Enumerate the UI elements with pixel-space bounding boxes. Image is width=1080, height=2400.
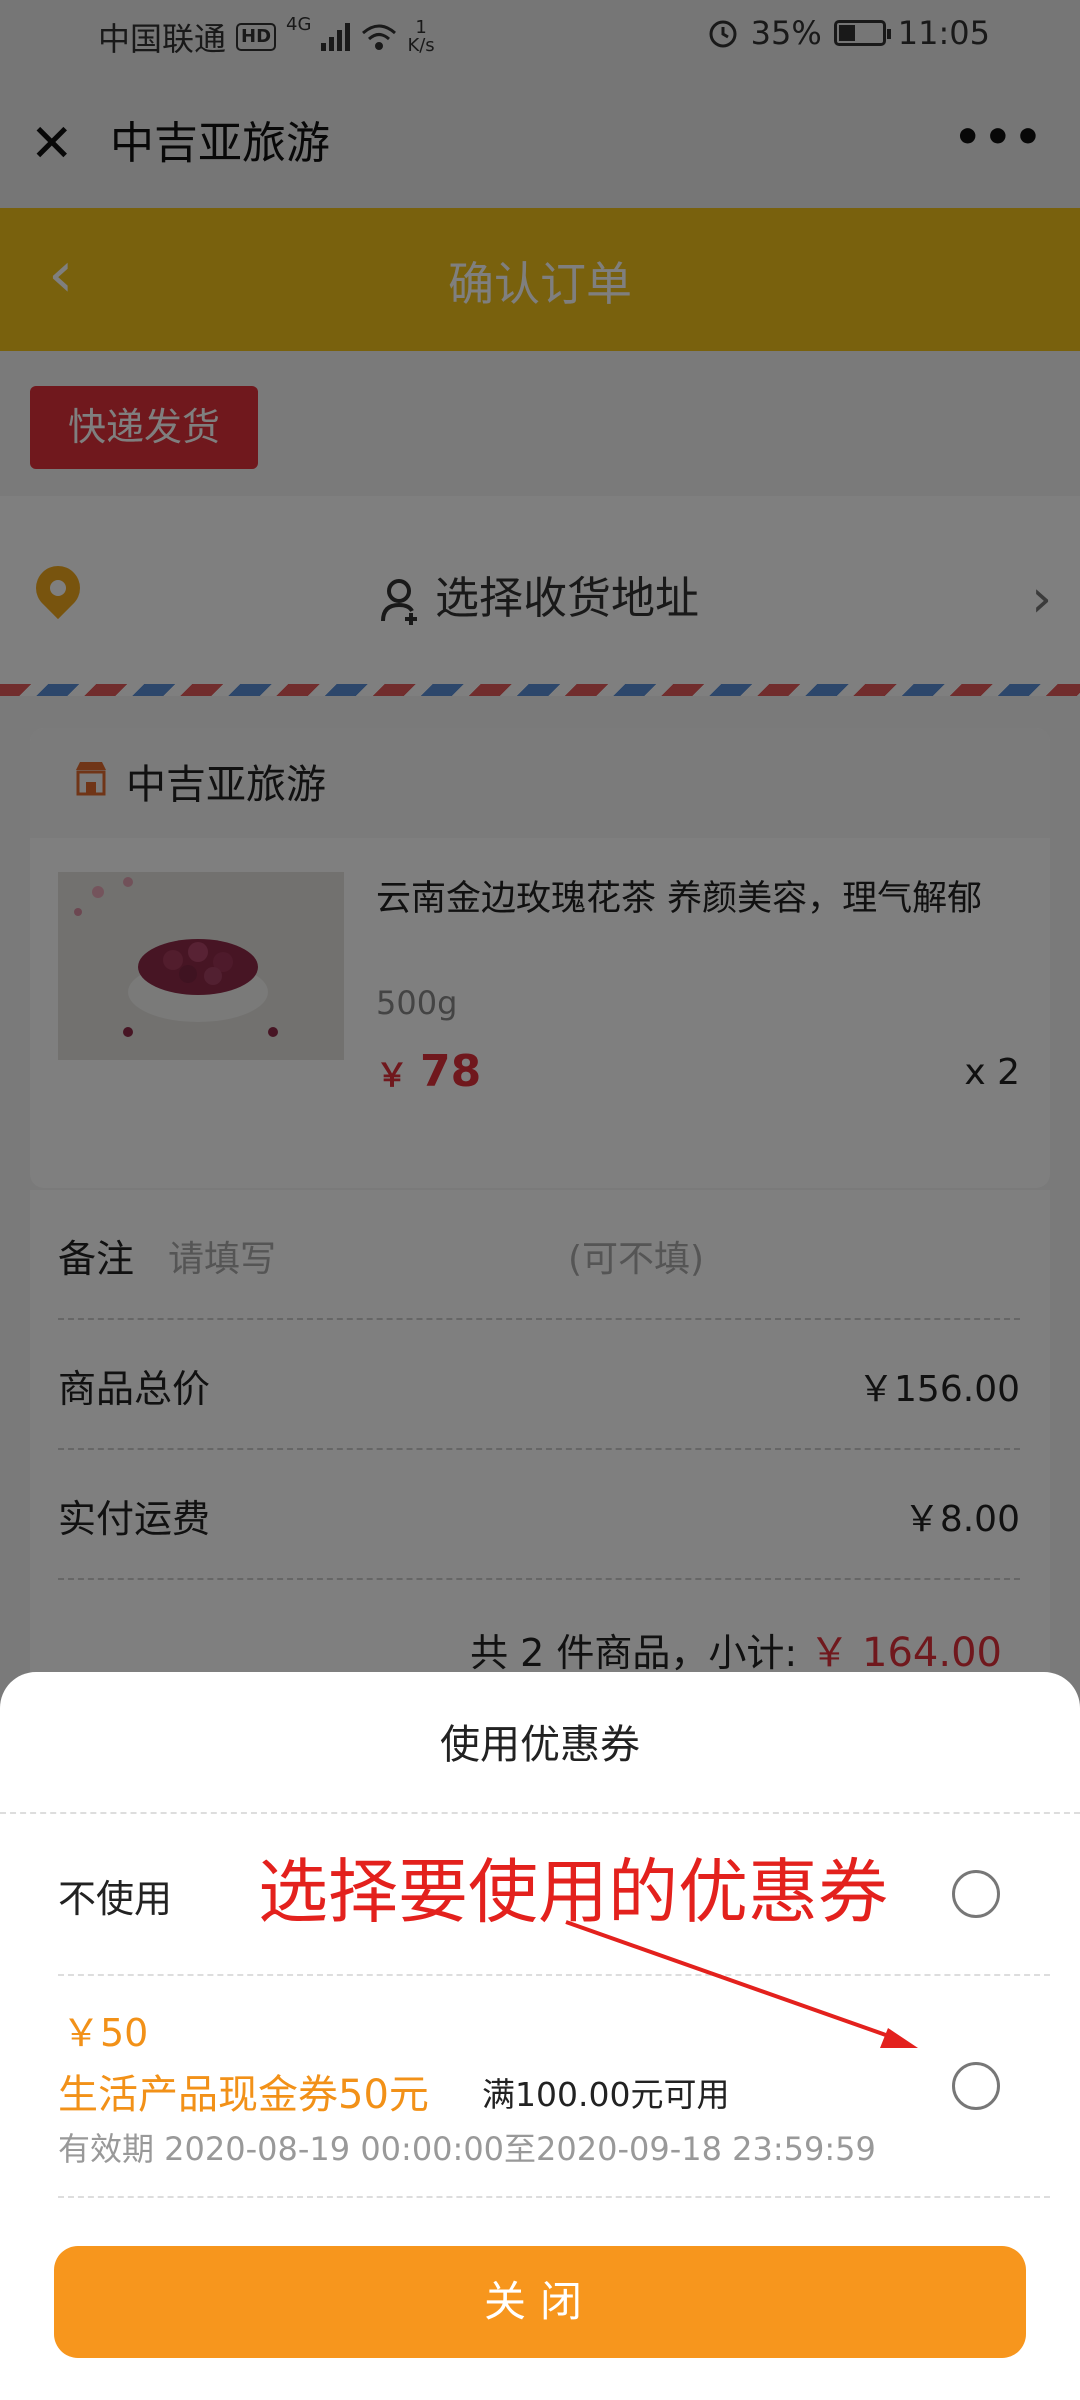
- annotation-arrow: [565, 1920, 918, 2048]
